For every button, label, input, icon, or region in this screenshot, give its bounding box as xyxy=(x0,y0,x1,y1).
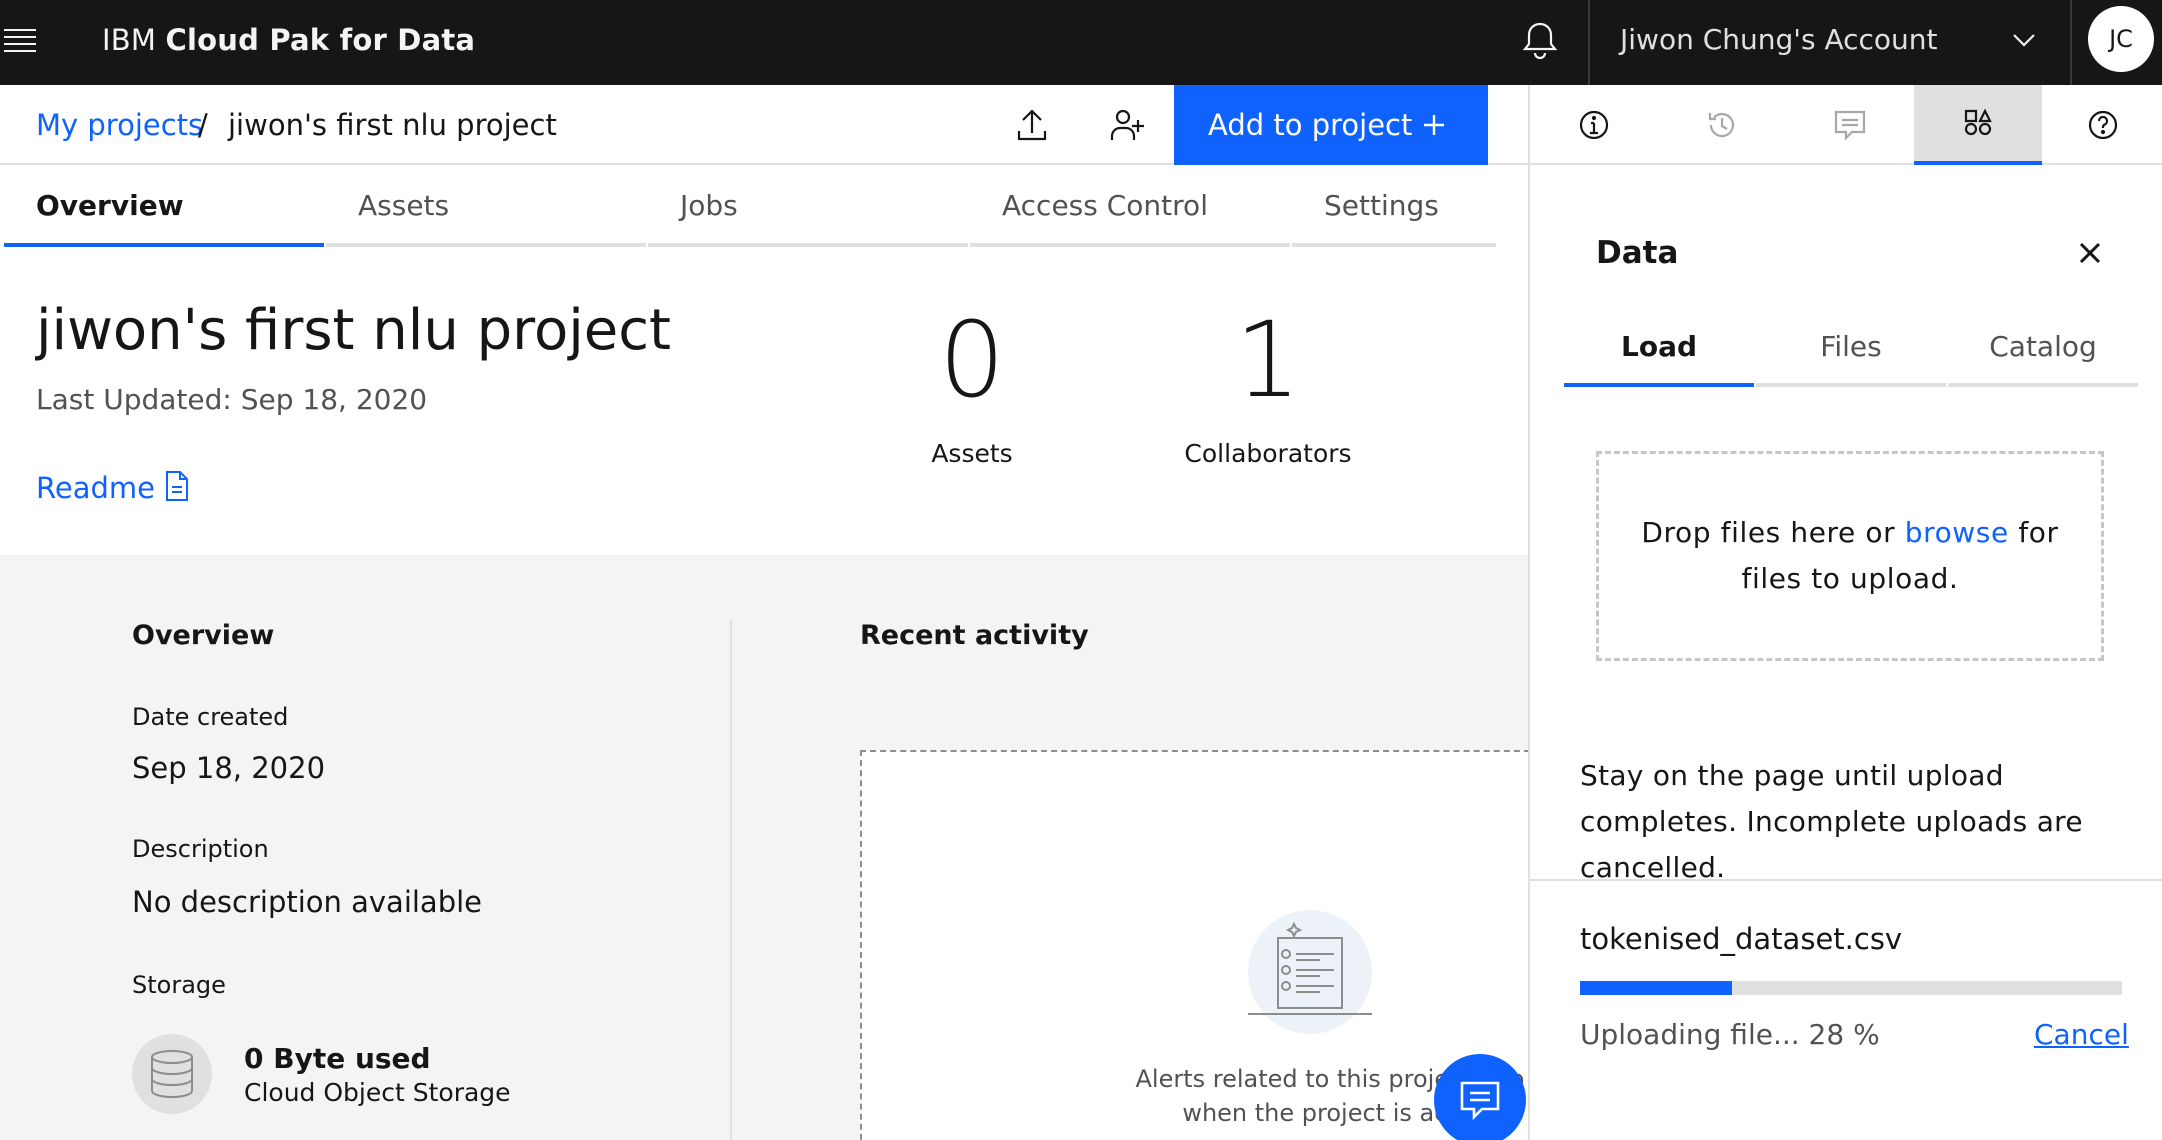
upload-progress-fill xyxy=(1580,981,1732,995)
notification-icon[interactable] xyxy=(1518,18,1562,62)
breadcrumb-my-projects[interactable]: My projects xyxy=(36,105,203,145)
empty-list-illustration xyxy=(1248,910,1372,1034)
collaborators-count: 1 xyxy=(1234,299,1302,421)
recent-activity-title: Recent activity xyxy=(860,620,1089,651)
panel-divider xyxy=(1530,879,2162,881)
panel-title: Data xyxy=(1596,235,1679,271)
assets-count: 0 xyxy=(938,299,1006,421)
overview-title: Overview xyxy=(132,620,275,651)
activity-empty-message: Alerts related to this project app when … xyxy=(1050,1062,1610,1130)
browse-link[interactable]: browse xyxy=(1905,516,2009,549)
add-icon xyxy=(1424,115,1444,135)
activity-empty-line-1: Alerts related to this project app xyxy=(1135,1065,1525,1093)
add-to-project-button[interactable]: Add to project xyxy=(1174,85,1488,165)
header-divider xyxy=(2070,0,2072,85)
data-side-panel: Data Load Files Catalog Drop files here … xyxy=(1528,85,2162,1140)
brand-prefix: IBM xyxy=(102,23,157,57)
date-created-value: Sep 18, 2020 xyxy=(132,751,326,785)
tab-access-control[interactable]: Access Control xyxy=(970,165,1290,247)
project-toolbar: My projects / jiwon's first nlu project … xyxy=(0,85,1528,165)
chevron-down-icon[interactable] xyxy=(2004,20,2044,60)
storage-icon xyxy=(132,1034,212,1114)
cancel-upload-link[interactable]: Cancel xyxy=(2034,1015,2129,1055)
assets-label: Assets xyxy=(931,439,1013,468)
close-icon[interactable] xyxy=(2070,233,2110,273)
upload-file-name: tokenised_dataset.csv xyxy=(1580,922,1903,956)
data-icon[interactable] xyxy=(1914,85,2042,165)
help-icon[interactable] xyxy=(2042,85,2162,165)
product-name[interactable]: IBM Cloud Pak for Data xyxy=(102,20,475,60)
section-divider xyxy=(730,620,732,1140)
upload-status: Uploading file... 28 % xyxy=(1580,1018,1880,1051)
top-header: IBM Cloud Pak for Data Jiwon Chung's Acc… xyxy=(0,0,2162,85)
panel-tab-files[interactable]: Files xyxy=(1756,307,1946,387)
avatar[interactable]: JC xyxy=(2088,6,2154,72)
add-collaborator-button[interactable] xyxy=(1104,101,1152,149)
tab-overview[interactable]: Overview xyxy=(4,165,324,247)
add-user-icon xyxy=(1110,109,1144,140)
brand-name: Cloud Pak for Data xyxy=(165,23,476,57)
storage-used: 0 Byte used xyxy=(244,1042,431,1075)
upload-warning: Stay on the page until upload completes.… xyxy=(1580,759,2083,884)
upload-button[interactable] xyxy=(1008,101,1056,149)
panel-tab-catalog[interactable]: Catalog xyxy=(1948,307,2138,387)
storage-label: Storage xyxy=(132,971,226,999)
project-tabs: Overview Assets Jobs Access Control Sett… xyxy=(0,165,1500,247)
breadcrumb-separator: / xyxy=(198,108,208,142)
panel-tab-load[interactable]: Load xyxy=(1564,307,1754,387)
chat-icon xyxy=(1460,1081,1500,1121)
history-icon[interactable] xyxy=(1658,85,1786,165)
breadcrumb-current: jiwon's first nlu project xyxy=(228,108,557,142)
tab-settings[interactable]: Settings xyxy=(1292,165,1496,247)
file-drop-zone[interactable]: Drop files here or browse for files to u… xyxy=(1596,451,2104,661)
description-value: No description available xyxy=(132,885,483,919)
drop-text-before: Drop files here or xyxy=(1641,516,1905,549)
add-to-project-label: Add to project xyxy=(1208,108,1413,142)
upload-icon xyxy=(1017,109,1047,141)
comment-icon[interactable] xyxy=(1786,85,1914,165)
collaborators-label: Collaborators xyxy=(1184,439,1352,468)
description-label: Description xyxy=(132,835,269,863)
tab-jobs[interactable]: Jobs xyxy=(648,165,968,247)
date-created-label: Date created xyxy=(132,703,289,731)
last-updated: Last Updated: Sep 18, 2020 xyxy=(36,383,428,416)
document-icon[interactable] xyxy=(164,470,190,502)
readme-link[interactable]: Readme xyxy=(36,468,155,508)
information-icon[interactable] xyxy=(1530,85,1658,165)
storage-type: Cloud Object Storage xyxy=(244,1078,511,1107)
page-title: jiwon's first nlu project xyxy=(36,298,671,363)
activity-empty-line-2: when the project is activ xyxy=(1182,1099,1478,1127)
header-divider xyxy=(1588,0,1590,85)
chat-button[interactable] xyxy=(1434,1054,1526,1140)
menu-icon[interactable] xyxy=(0,20,40,60)
drop-zone-text: Drop files here or browse for files to u… xyxy=(1639,510,2061,602)
account-switcher[interactable]: Jiwon Chung's Account xyxy=(1620,20,1938,60)
upload-progress-bar xyxy=(1580,981,2122,995)
panel-icon-bar xyxy=(1530,85,2162,165)
tab-assets[interactable]: Assets xyxy=(326,165,646,247)
